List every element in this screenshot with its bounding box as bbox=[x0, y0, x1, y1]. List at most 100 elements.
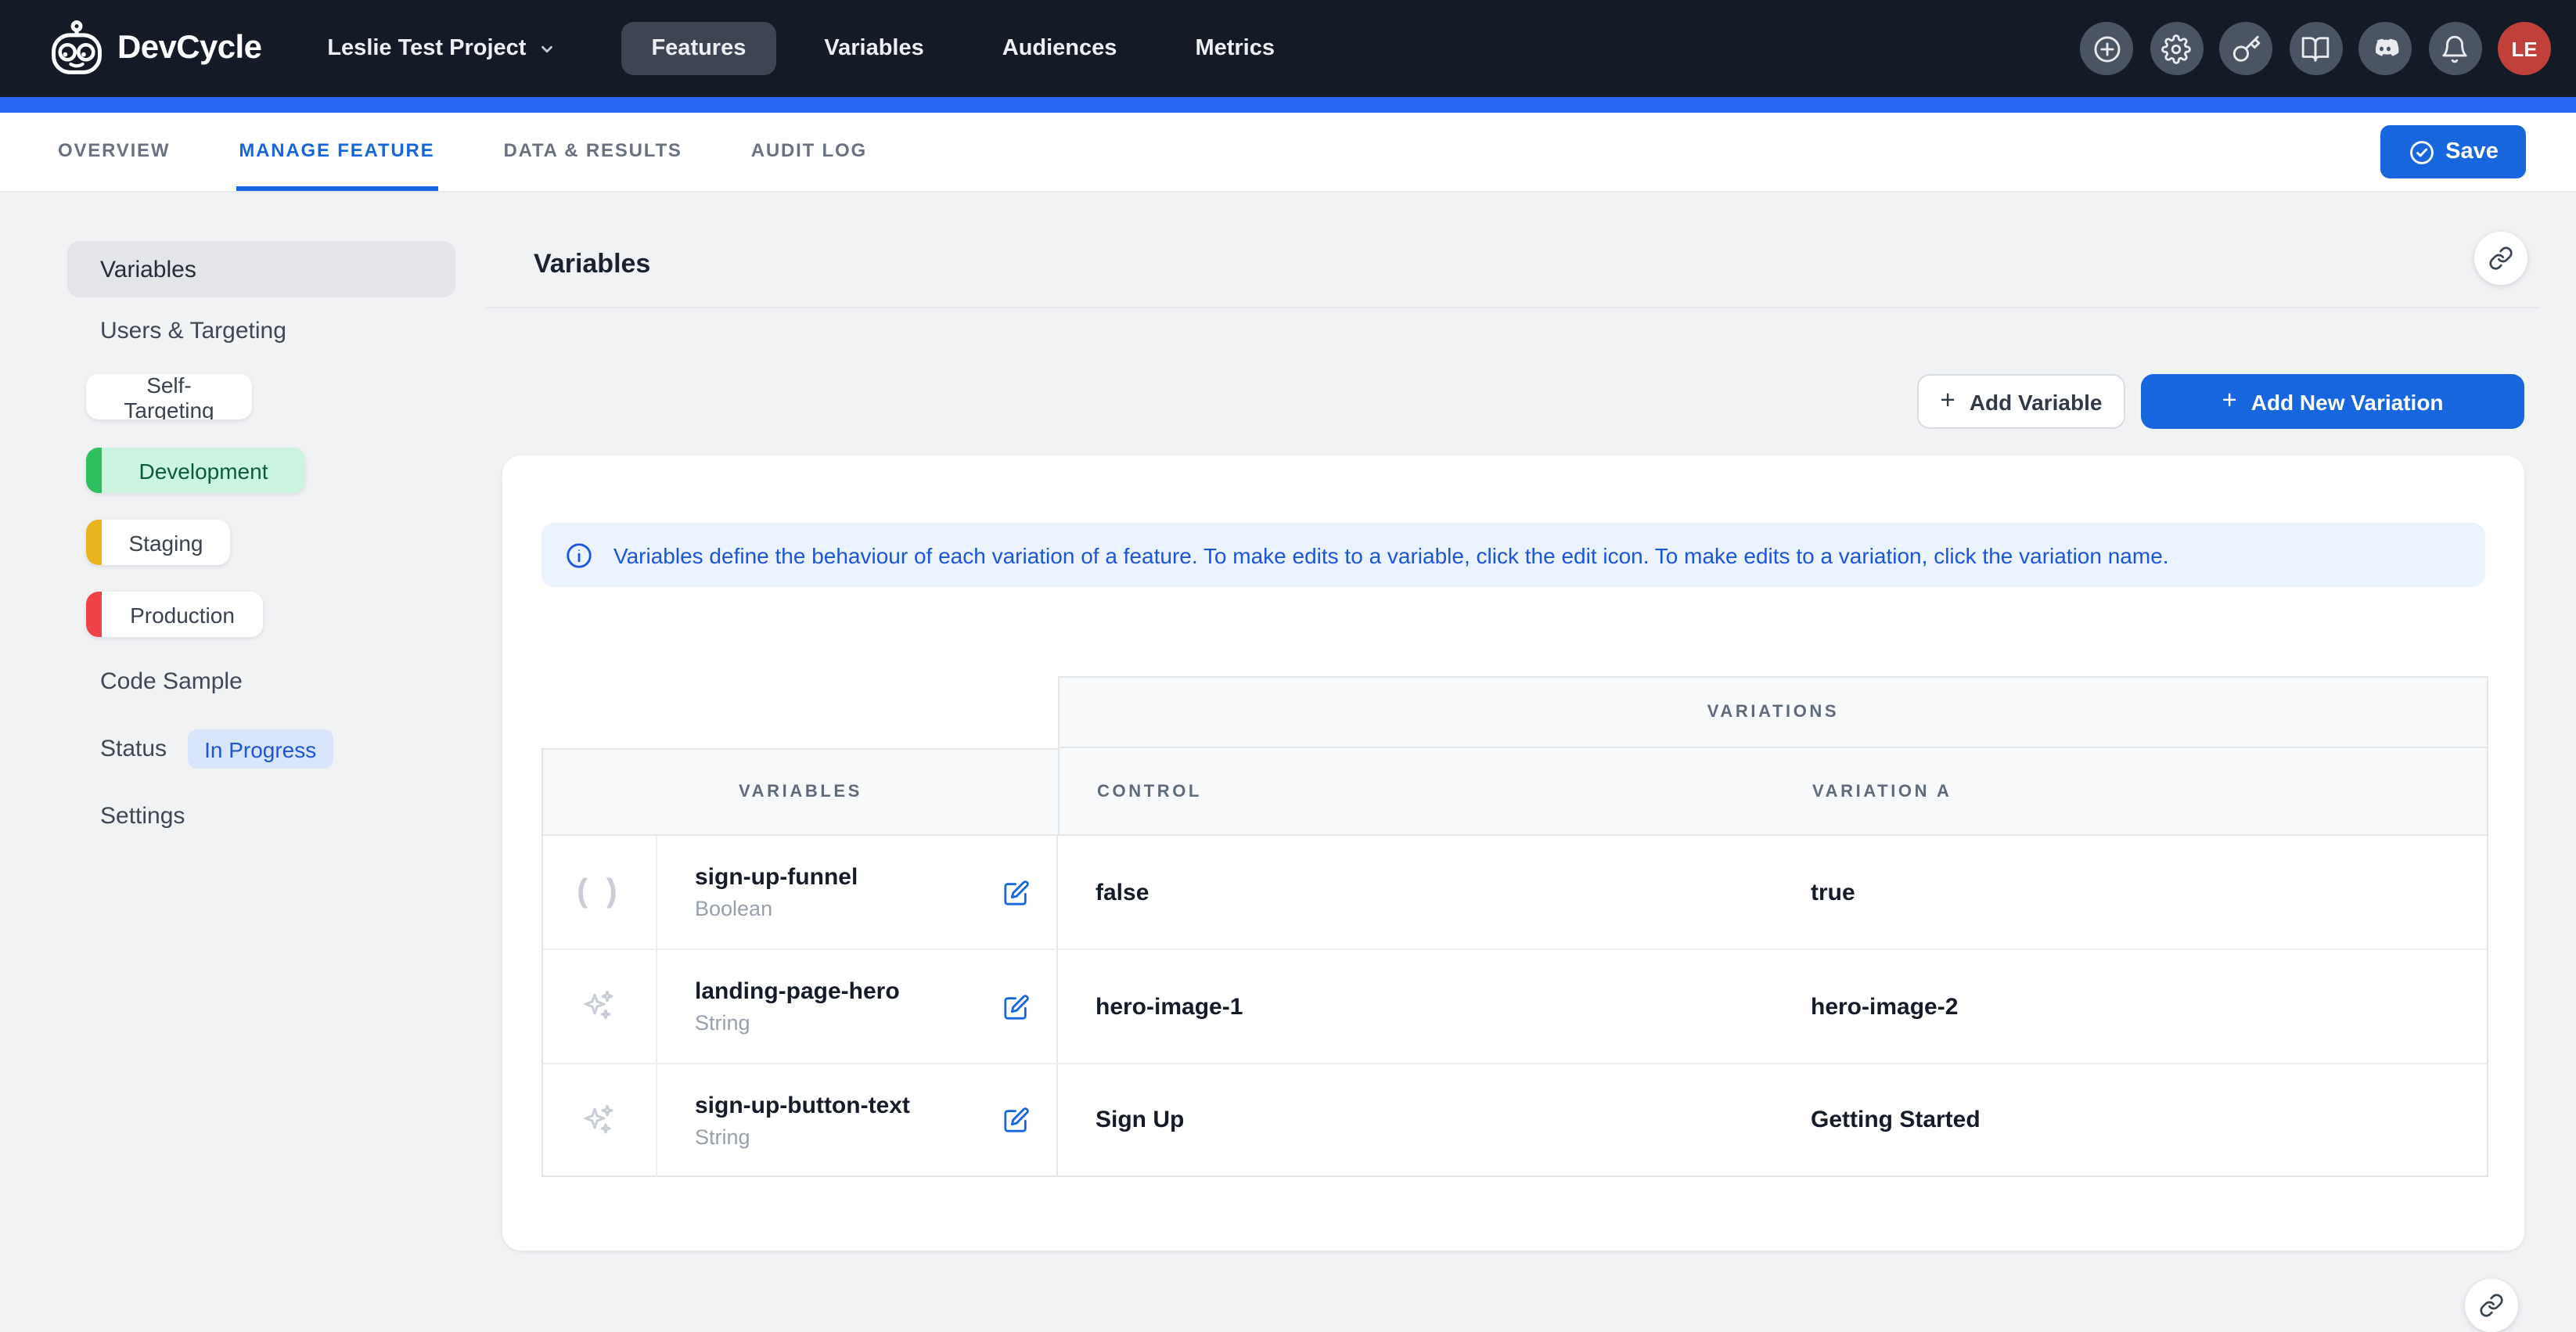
plus-circle-icon bbox=[2092, 34, 2121, 63]
key-icon bbox=[2231, 34, 2261, 63]
chevron-down-icon bbox=[538, 40, 556, 57]
variations-group-label: VARIATIONS bbox=[1707, 703, 1839, 722]
edit-variable-button[interactable] bbox=[997, 1101, 1034, 1139]
variable-name: landing-page-hero bbox=[695, 978, 966, 1005]
tab-audit-log[interactable]: AUDIT LOG bbox=[748, 113, 870, 191]
info-banner: Variables define the behaviour of each v… bbox=[541, 523, 2485, 587]
feature-progress-strip bbox=[0, 97, 2576, 113]
project-selector[interactable]: Leslie Test Project bbox=[327, 36, 556, 61]
table-row-variable-cell: sign-up-funnel Boolean bbox=[657, 836, 1058, 950]
sidebar-env-production[interactable]: Production bbox=[86, 592, 263, 637]
section-divider bbox=[487, 307, 2540, 308]
app-window: DevCycle Leslie Test Project Features Va… bbox=[0, 0, 2576, 1301]
table-row-type-icon-cell: ( ) bbox=[541, 836, 657, 950]
sidebar-status-row: Status In Progress bbox=[100, 729, 333, 769]
tab-overview[interactable]: OVERVIEW bbox=[55, 113, 173, 191]
variables-column-header: VARIABLES bbox=[541, 748, 1058, 836]
control-value-cell: Sign Up bbox=[1058, 1064, 1773, 1177]
env-development-color-bar bbox=[86, 448, 102, 493]
variable-name: sign-up-button-text bbox=[695, 1092, 966, 1118]
variable-type: String bbox=[695, 1125, 966, 1148]
variation-a-value-cell: hero-image-2 bbox=[1773, 950, 2488, 1064]
variables-table: VARIATIONS VARIABLES CONTROL VARIATION A… bbox=[541, 676, 2488, 1177]
env-label: Staging bbox=[102, 530, 230, 555]
sidebar-item-status[interactable]: Status bbox=[100, 736, 167, 762]
api-keys-button[interactable] bbox=[2219, 22, 2272, 75]
variations-group-header: VARIATIONS bbox=[1058, 676, 2488, 748]
edit-variable-button[interactable] bbox=[997, 873, 1034, 911]
project-selector-label: Leslie Test Project bbox=[327, 36, 526, 61]
variable-type: String bbox=[695, 1011, 966, 1035]
create-new-button[interactable] bbox=[2080, 22, 2133, 75]
page-title: Variables bbox=[534, 249, 650, 280]
sidebar-item-users-targeting[interactable]: Users & Targeting bbox=[100, 318, 286, 344]
sidebar-env-self-targeting[interactable]: Self-Targeting bbox=[86, 374, 252, 419]
save-button[interactable]: Save bbox=[2380, 125, 2526, 178]
env-staging-color-bar bbox=[86, 520, 102, 565]
sidebar-item-variables[interactable]: Variables bbox=[67, 241, 455, 297]
add-variable-button[interactable]: + Add Variable bbox=[1917, 374, 2125, 429]
nav-item-metrics[interactable]: Metrics bbox=[1165, 22, 1304, 75]
save-button-label: Save bbox=[2445, 139, 2499, 164]
variable-type: Boolean bbox=[695, 897, 966, 920]
tab-data-results[interactable]: DATA & RESULTS bbox=[500, 113, 685, 191]
tab-manage-feature[interactable]: MANAGE FEATURE bbox=[236, 113, 437, 191]
bell-icon bbox=[2440, 34, 2470, 63]
user-avatar[interactable]: LE bbox=[2498, 22, 2551, 75]
env-production-color-bar bbox=[86, 592, 102, 637]
devcycle-robot-icon bbox=[47, 19, 106, 78]
book-open-icon bbox=[2301, 34, 2330, 63]
section-permalink-button[interactable] bbox=[2474, 232, 2527, 285]
page-content: Variables Users & Targeting Self-Targeti… bbox=[0, 193, 2576, 1301]
variation-a-value-cell: true bbox=[1773, 836, 2488, 950]
control-value-cell: hero-image-1 bbox=[1058, 950, 1773, 1064]
top-navbar: DevCycle Leslie Test Project Features Va… bbox=[0, 0, 2576, 97]
primary-nav: Features Variables Audiences Metrics bbox=[603, 22, 1304, 75]
nav-item-audiences[interactable]: Audiences bbox=[973, 22, 1147, 75]
discord-icon bbox=[2369, 33, 2401, 64]
boolean-type-icon: ( ) bbox=[577, 873, 622, 911]
nav-item-features[interactable]: Features bbox=[621, 22, 775, 75]
status-badge: In Progress bbox=[187, 729, 333, 769]
control-column-label: CONTROL bbox=[1060, 782, 1775, 801]
brand-logo[interactable]: DevCycle bbox=[47, 19, 261, 78]
variables-card: Variables define the behaviour of each v… bbox=[502, 455, 2524, 1251]
env-label: Development bbox=[102, 458, 305, 483]
add-new-variation-label: Add New Variation bbox=[2251, 389, 2444, 414]
add-new-variation-button[interactable]: + Add New Variation bbox=[2141, 374, 2524, 429]
plus-icon: + bbox=[2222, 386, 2236, 416]
link-icon bbox=[2488, 246, 2513, 271]
env-label: Production bbox=[102, 602, 263, 627]
navbar-actions: LE bbox=[2080, 0, 2551, 97]
next-section-permalink-button[interactable] bbox=[2465, 1279, 2518, 1332]
docs-button[interactable] bbox=[2289, 22, 2342, 75]
brand-name: DevCycle bbox=[117, 30, 261, 67]
plus-icon: + bbox=[1941, 386, 1955, 416]
sparkles-type-icon bbox=[579, 986, 620, 1027]
sidebar-env-development[interactable]: Development bbox=[86, 448, 305, 493]
variation-a-value-cell: Getting Started bbox=[1773, 1064, 2488, 1177]
link-icon bbox=[2479, 1293, 2504, 1318]
sidebar-item-code-sample[interactable]: Code Sample bbox=[100, 668, 243, 695]
add-variable-label: Add Variable bbox=[1970, 389, 2103, 414]
sparkles-type-icon bbox=[579, 1100, 620, 1140]
info-banner-text: Variables define the behaviour of each v… bbox=[613, 542, 2169, 567]
settings-button[interactable] bbox=[2150, 22, 2203, 75]
gear-icon bbox=[2161, 34, 2191, 63]
discord-button[interactable] bbox=[2358, 22, 2412, 75]
table-row-variable-cell: sign-up-button-text String bbox=[657, 1064, 1058, 1177]
notifications-button[interactable] bbox=[2428, 22, 2481, 75]
info-icon bbox=[565, 541, 593, 569]
table-row-type-icon-cell bbox=[541, 950, 657, 1064]
nav-item-variables[interactable]: Variables bbox=[794, 22, 953, 75]
variation-a-column-label[interactable]: VARIATION A bbox=[1775, 782, 2488, 801]
control-value-cell: false bbox=[1058, 836, 1773, 950]
sidebar-item-settings[interactable]: Settings bbox=[100, 803, 185, 830]
variation-column-headers: CONTROL VARIATION A bbox=[1058, 748, 2488, 836]
env-label: Self-Targeting bbox=[86, 374, 252, 419]
feature-tabbar: OVERVIEW MANAGE FEATURE DATA & RESULTS A… bbox=[0, 113, 2576, 193]
variable-name: sign-up-funnel bbox=[695, 864, 966, 891]
sidebar-env-staging[interactable]: Staging bbox=[86, 520, 230, 565]
edit-variable-button[interactable] bbox=[997, 988, 1034, 1025]
variables-column-label: VARIABLES bbox=[739, 783, 862, 801]
